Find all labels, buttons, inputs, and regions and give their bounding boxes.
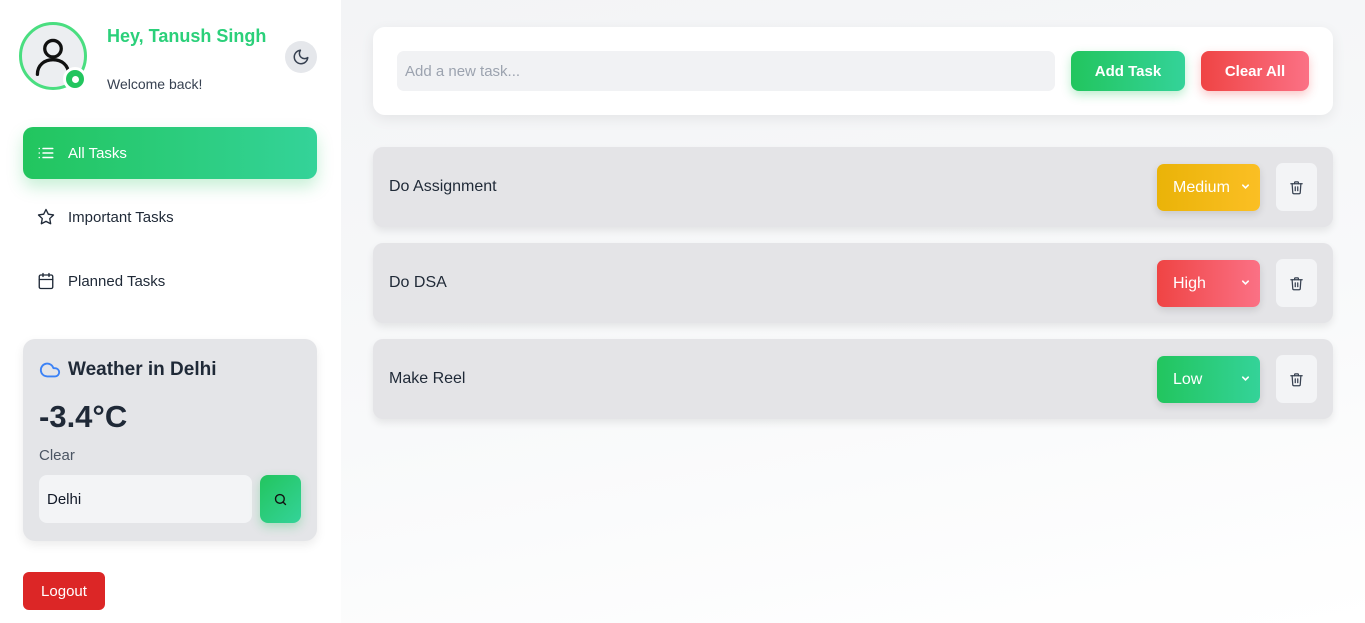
list-icon	[38, 147, 54, 159]
welcome-text: Welcome back!	[107, 76, 203, 92]
task-text: Make Reel	[389, 370, 466, 387]
priority-select[interactable]: Medium	[1157, 164, 1260, 211]
chevron-down-icon	[1241, 280, 1250, 285]
weather-title-text: Weather in Delhi	[68, 359, 217, 380]
sidebar-item-all-tasks[interactable]: All Tasks	[23, 127, 317, 179]
calendar-icon	[38, 272, 54, 290]
priority-value: High	[1173, 274, 1206, 292]
profile-section: Hey, Tanush Singh Welcome back!	[19, 22, 319, 102]
task-item: Make Reel Low	[373, 339, 1333, 419]
city-input[interactable]	[39, 475, 252, 523]
sidebar: Hey, Tanush Singh Welcome back! All Task…	[0, 0, 341, 623]
delete-task-button[interactable]	[1276, 355, 1317, 403]
trash-icon	[1290, 276, 1303, 290]
sidebar-item-label: Planned Tasks	[68, 272, 166, 290]
theme-toggle-button[interactable]	[285, 41, 317, 73]
delete-task-button[interactable]	[1276, 163, 1317, 211]
cloud-icon	[39, 362, 61, 378]
weather-condition: Clear	[39, 447, 75, 464]
add-task-button[interactable]: Add Task	[1071, 51, 1185, 91]
chevron-down-icon	[1241, 376, 1250, 381]
user-greeting: Hey, Tanush Singh	[107, 26, 267, 46]
priority-value: Medium	[1173, 178, 1230, 196]
task-item: Do DSA High	[373, 243, 1333, 323]
logout-button[interactable]: Logout	[23, 572, 105, 610]
task-text: Do DSA	[389, 274, 447, 291]
sidebar-item-important-tasks[interactable]: Important Tasks	[23, 191, 317, 243]
sidebar-item-planned-tasks[interactable]: Planned Tasks	[23, 255, 317, 307]
weather-widget: Weather in Delhi -3.4°C Clear	[23, 339, 317, 541]
priority-select[interactable]: High	[1157, 260, 1260, 307]
sidebar-item-label: Important Tasks	[68, 208, 174, 226]
search-icon	[274, 493, 287, 505]
city-search-button[interactable]	[260, 475, 301, 523]
priority-value: Low	[1173, 370, 1203, 388]
weather-temperature: -3.4°C	[39, 399, 128, 434]
priority-select[interactable]: Low	[1157, 356, 1260, 403]
task-text: Do Assignment	[389, 178, 497, 195]
task-item: Do Assignment Medium	[373, 147, 1333, 227]
star-icon	[37, 208, 55, 225]
trash-icon	[1290, 180, 1303, 194]
moon-icon	[293, 49, 309, 65]
new-task-input[interactable]	[397, 51, 1055, 91]
delete-task-button[interactable]	[1276, 259, 1317, 307]
sidebar-item-label: All Tasks	[68, 144, 127, 162]
chevron-down-icon	[1241, 184, 1250, 189]
add-task-card: Add Task Clear All	[373, 27, 1333, 115]
online-status-dot	[63, 67, 87, 91]
trash-icon	[1290, 372, 1303, 386]
clear-all-button[interactable]: Clear All	[1201, 51, 1309, 91]
weather-title: Weather in Delhi	[39, 359, 217, 381]
